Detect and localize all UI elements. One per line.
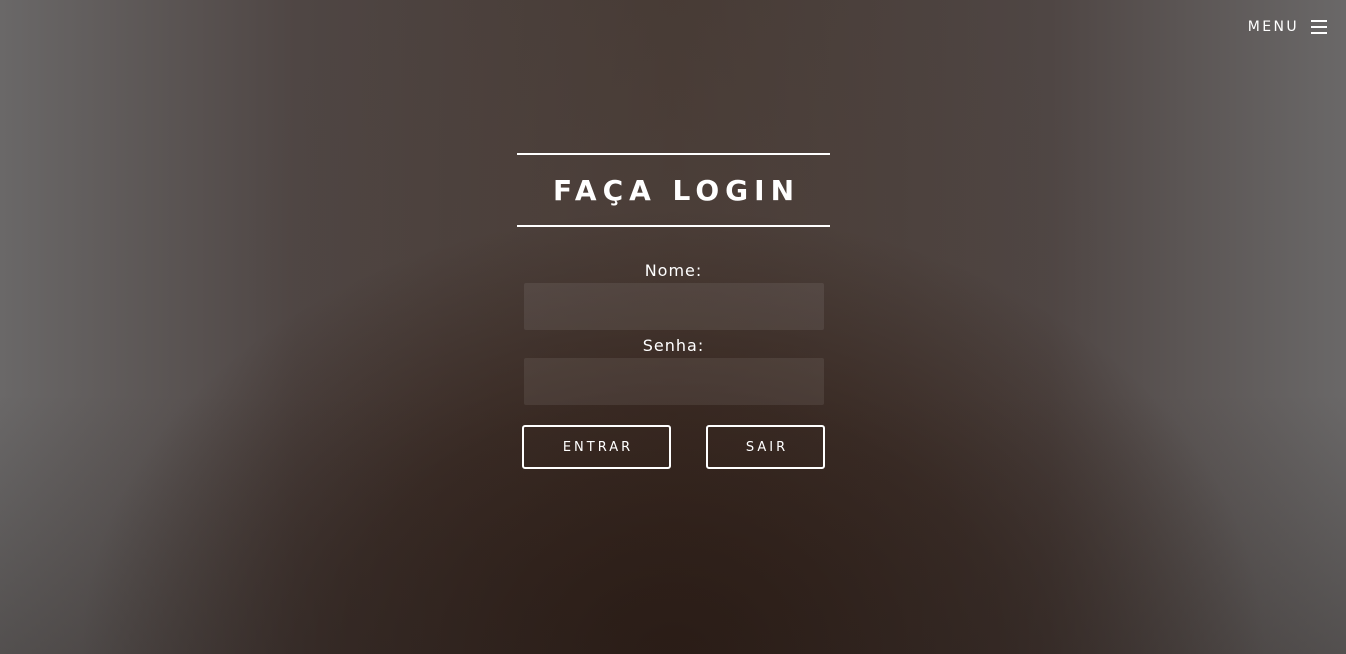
form-actions: ENTRAR SAIR <box>517 425 830 469</box>
login-title-box: FAÇA LOGIN <box>517 153 830 227</box>
menu-label: MENU <box>1247 19 1299 35</box>
name-label: Nome: <box>644 261 703 280</box>
password-label: Senha: <box>642 336 705 355</box>
hamburger-icon <box>1311 20 1327 34</box>
name-input[interactable] <box>523 283 824 330</box>
menu-button[interactable]: MENU <box>1248 19 1327 35</box>
login-form: FAÇA LOGIN Nome: Senha: ENTRAR SAIR <box>517 153 830 469</box>
password-input[interactable] <box>523 358 824 405</box>
page-title: FAÇA LOGIN <box>552 173 801 207</box>
exit-button[interactable]: SAIR <box>706 425 825 469</box>
login-button[interactable]: ENTRAR <box>522 425 671 469</box>
